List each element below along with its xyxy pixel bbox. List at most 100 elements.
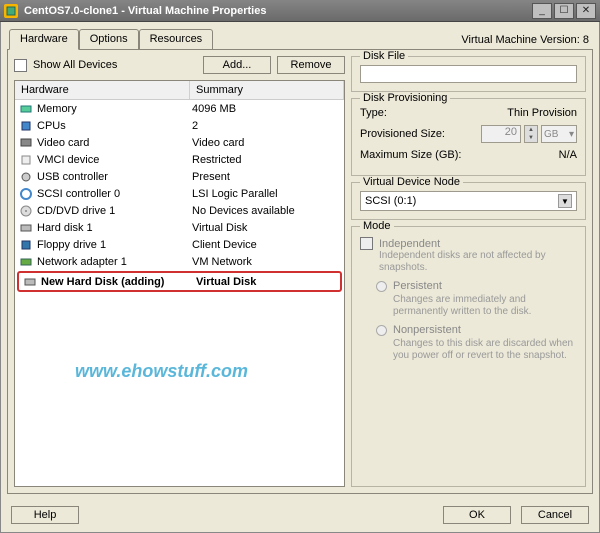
tab-resources[interactable]: Resources bbox=[139, 29, 214, 50]
show-all-devices-label: Show All Devices bbox=[33, 59, 197, 71]
prov-max-label: Maximum Size (GB): bbox=[360, 149, 461, 161]
hardware-summary: LSI Logic Parallel bbox=[192, 188, 340, 200]
vdn-select[interactable]: SCSI (0:1) ▼ bbox=[360, 191, 577, 211]
hardware-summary: 2 bbox=[192, 120, 340, 132]
hardware-name: Network adapter 1 bbox=[37, 256, 192, 268]
hardware-summary: Video card bbox=[192, 137, 340, 149]
hardware-name: CPUs bbox=[37, 120, 192, 132]
hardware-name: Floppy drive 1 bbox=[37, 239, 192, 251]
hardware-summary: Present bbox=[192, 171, 340, 183]
toolbar-row: Show All Devices Add... Remove bbox=[14, 56, 345, 74]
hardware-name: VMCI device bbox=[37, 154, 192, 166]
titlebar: CentOS7.0-clone1 - Virtual Machine Prope… bbox=[0, 0, 600, 22]
vmci-icon bbox=[19, 153, 33, 167]
prov-size-input[interactable]: 20 bbox=[481, 125, 521, 143]
ok-button[interactable]: OK bbox=[443, 506, 511, 524]
usb-icon bbox=[19, 170, 33, 184]
hardware-row[interactable]: CD/DVD drive 1No Devices available bbox=[15, 202, 344, 219]
remove-button[interactable]: Remove bbox=[277, 56, 345, 74]
hardware-name: Video card bbox=[37, 137, 192, 149]
hardware-name: SCSI controller 0 bbox=[37, 188, 192, 200]
independent-checkbox bbox=[360, 237, 373, 250]
disk-icon bbox=[23, 275, 37, 289]
window-title: CentOS7.0-clone1 - Virtual Machine Prope… bbox=[24, 5, 530, 17]
hardware-rows: Memory4096 MBCPUs2Video cardVideo cardVM… bbox=[15, 100, 344, 486]
hardware-row[interactable]: New Hard Disk (adding)Virtual Disk bbox=[19, 273, 340, 290]
scsi-icon bbox=[19, 187, 33, 201]
hardware-name: New Hard Disk (adding) bbox=[41, 276, 196, 288]
prov-size-label: Provisioned Size: bbox=[360, 128, 445, 140]
hardware-row[interactable]: Video cardVideo card bbox=[15, 134, 344, 151]
disk-file-input[interactable] bbox=[360, 65, 577, 83]
hardware-summary: Restricted bbox=[192, 154, 340, 166]
tab-body: Show All Devices Add... Remove Hardware … bbox=[7, 49, 593, 494]
prov-type-value: Thin Provision bbox=[507, 107, 577, 119]
right-pane: Disk File Disk Provisioning Type: Thin P… bbox=[351, 56, 586, 487]
prov-size-unit[interactable]: GB▾ bbox=[541, 125, 577, 143]
vm-version-label: Virtual Machine Version: 8 bbox=[461, 34, 589, 46]
hardware-row[interactable]: Hard disk 1Virtual Disk bbox=[15, 219, 344, 236]
minimize-button[interactable]: _ bbox=[532, 3, 552, 19]
hardware-list-header: Hardware Summary bbox=[15, 81, 344, 100]
disk-file-group: Disk File bbox=[351, 56, 586, 92]
hardware-list: Hardware Summary Memory4096 MBCPUs2Video… bbox=[14, 80, 345, 487]
persistent-label: Persistent bbox=[393, 280, 442, 292]
column-hardware[interactable]: Hardware bbox=[15, 81, 190, 99]
dialog-footer: Help OK Cancel bbox=[11, 506, 589, 524]
hardware-row[interactable]: Floppy drive 1Client Device bbox=[15, 236, 344, 253]
mode-legend: Mode bbox=[360, 220, 394, 232]
hardware-name: USB controller bbox=[37, 171, 192, 183]
independent-label: Independent bbox=[379, 238, 440, 250]
chevron-down-icon: ▼ bbox=[558, 194, 572, 208]
persistent-radio bbox=[376, 281, 387, 292]
nic-icon bbox=[19, 255, 33, 269]
floppy-icon bbox=[19, 238, 33, 252]
video-icon bbox=[19, 136, 33, 150]
nonpersistent-desc: Changes to this disk are discarded when … bbox=[393, 338, 577, 362]
hardware-row[interactable]: USB controllerPresent bbox=[15, 168, 344, 185]
vdn-legend: Virtual Device Node bbox=[360, 176, 463, 188]
cddvd-icon bbox=[19, 204, 33, 218]
hardware-name: Hard disk 1 bbox=[37, 222, 192, 234]
close-button[interactable]: ✕ bbox=[576, 3, 596, 19]
hardware-summary: No Devices available bbox=[192, 205, 340, 217]
prov-max-value: N/A bbox=[559, 149, 577, 161]
disk-icon bbox=[19, 221, 33, 235]
hardware-row[interactable]: SCSI controller 0LSI Logic Parallel bbox=[15, 185, 344, 202]
hardware-summary: Virtual Disk bbox=[192, 222, 340, 234]
help-button[interactable]: Help bbox=[11, 506, 79, 524]
prov-size-spinner[interactable]: ▲▼ bbox=[524, 125, 538, 143]
add-button[interactable]: Add... bbox=[203, 56, 271, 74]
hardware-row[interactable]: Network adapter 1VM Network bbox=[15, 253, 344, 270]
prov-type-label: Type: bbox=[360, 107, 387, 119]
nonpersistent-radio bbox=[376, 325, 387, 336]
mode-group: Mode Independent Independent disks are n… bbox=[351, 226, 586, 487]
tab-hardware[interactable]: Hardware bbox=[9, 29, 79, 50]
disk-provisioning-legend: Disk Provisioning bbox=[360, 92, 450, 104]
column-summary[interactable]: Summary bbox=[190, 81, 344, 99]
disk-provisioning-group: Disk Provisioning Type: Thin Provision P… bbox=[351, 98, 586, 176]
tab-options[interactable]: Options bbox=[79, 29, 139, 50]
persistent-desc: Changes are immediately and permanently … bbox=[393, 294, 577, 318]
hardware-row[interactable]: CPUs2 bbox=[15, 117, 344, 134]
left-pane: Show All Devices Add... Remove Hardware … bbox=[14, 56, 345, 487]
hardware-name: Memory bbox=[37, 103, 192, 115]
app-icon bbox=[4, 4, 18, 18]
cpu-icon bbox=[19, 119, 33, 133]
hardware-summary: Client Device bbox=[192, 239, 340, 251]
hardware-name: CD/DVD drive 1 bbox=[37, 205, 192, 217]
show-all-devices-checkbox[interactable] bbox=[14, 59, 27, 72]
hardware-summary: Virtual Disk bbox=[196, 276, 336, 288]
hardware-row[interactable]: VMCI deviceRestricted bbox=[15, 151, 344, 168]
nonpersistent-label: Nonpersistent bbox=[393, 324, 461, 336]
cancel-button[interactable]: Cancel bbox=[521, 506, 589, 524]
independent-desc: Independent disks are not affected by sn… bbox=[379, 250, 577, 274]
hardware-summary: 4096 MB bbox=[192, 103, 340, 115]
maximize-button[interactable]: ☐ bbox=[554, 3, 574, 19]
memory-icon bbox=[19, 102, 33, 116]
vdn-value: SCSI (0:1) bbox=[365, 195, 416, 207]
disk-file-legend: Disk File bbox=[360, 50, 408, 62]
dialog-client: Virtual Machine Version: 8 Hardware Opti… bbox=[0, 22, 600, 533]
virtual-device-node-group: Virtual Device Node SCSI (0:1) ▼ bbox=[351, 182, 586, 220]
hardware-row[interactable]: Memory4096 MB bbox=[15, 100, 344, 117]
